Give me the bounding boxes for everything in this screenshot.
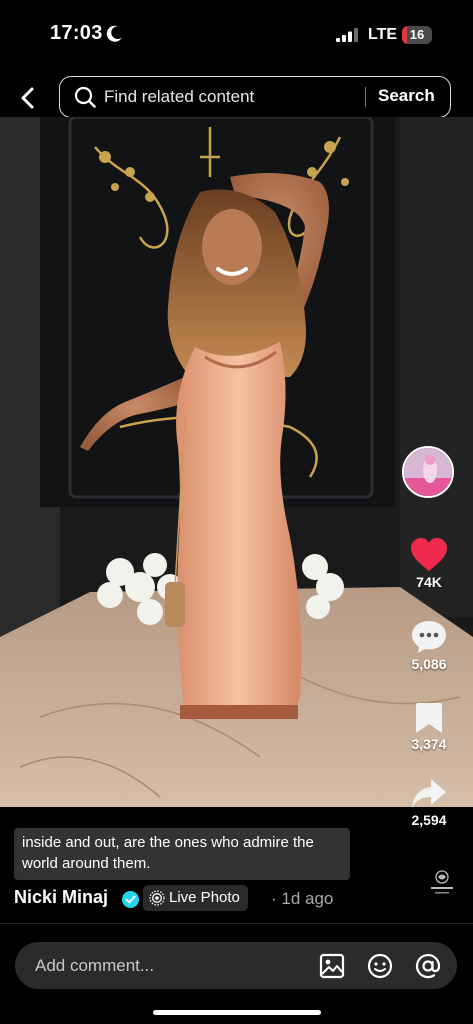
- post-time: · 1d ago: [271, 889, 334, 908]
- bottom-divider: [0, 923, 473, 924]
- search-button[interactable]: Search: [378, 86, 435, 106]
- moon-icon: [106, 25, 122, 42]
- like-count: 74K: [416, 574, 442, 590]
- at-icon[interactable]: [415, 953, 441, 979]
- share-count: 2,594: [411, 812, 447, 828]
- music-avatar[interactable]: [402, 446, 454, 498]
- image-icon[interactable]: [319, 953, 345, 979]
- author-name[interactable]: Nicki Minaj: [14, 887, 108, 908]
- search-icon: [74, 86, 96, 108]
- search-input[interactable]: [104, 83, 354, 111]
- status-bar: 17:03 LTE 16: [0, 0, 473, 70]
- comment-input[interactable]: [35, 952, 295, 980]
- emoji-icon[interactable]: [367, 953, 393, 979]
- live-photo-label: Live Photo: [169, 889, 240, 906]
- comment-bar[interactable]: [15, 942, 457, 989]
- signal-icon: [336, 28, 358, 42]
- home-indicator: [153, 1010, 321, 1015]
- status-time: 17:03: [50, 22, 103, 44]
- comment-count: 5,086: [411, 656, 447, 672]
- comment-action[interactable]: 5,086: [393, 620, 465, 672]
- brand-logo-icon: [431, 870, 453, 894]
- search-divider: [365, 87, 366, 107]
- like-action[interactable]: 74K: [393, 538, 465, 590]
- live-photo-icon: [149, 890, 165, 906]
- chevron-left-icon[interactable]: [14, 84, 42, 112]
- live-photo-badge[interactable]: Live Photo: [143, 885, 248, 911]
- verified-icon: [122, 891, 139, 908]
- battery-percent: 16: [409, 27, 425, 42]
- network-type: LTE: [368, 26, 398, 43]
- share-arrow-icon[interactable]: [411, 778, 447, 810]
- share-action[interactable]: 2,594: [393, 778, 465, 828]
- search-box[interactable]: Search: [59, 76, 451, 118]
- post-caption[interactable]: inside and out, are the ones who admire …: [14, 828, 350, 880]
- bookmark-icon[interactable]: [415, 702, 443, 734]
- save-action[interactable]: 3,374: [393, 702, 465, 752]
- battery-indicator: 16: [402, 26, 432, 44]
- comment-bubble-icon[interactable]: [411, 620, 447, 654]
- post-meta: Nicki Minaj Live Photo · 1d ago: [14, 870, 464, 914]
- heart-icon[interactable]: [410, 538, 448, 572]
- save-count: 3,374: [411, 736, 447, 752]
